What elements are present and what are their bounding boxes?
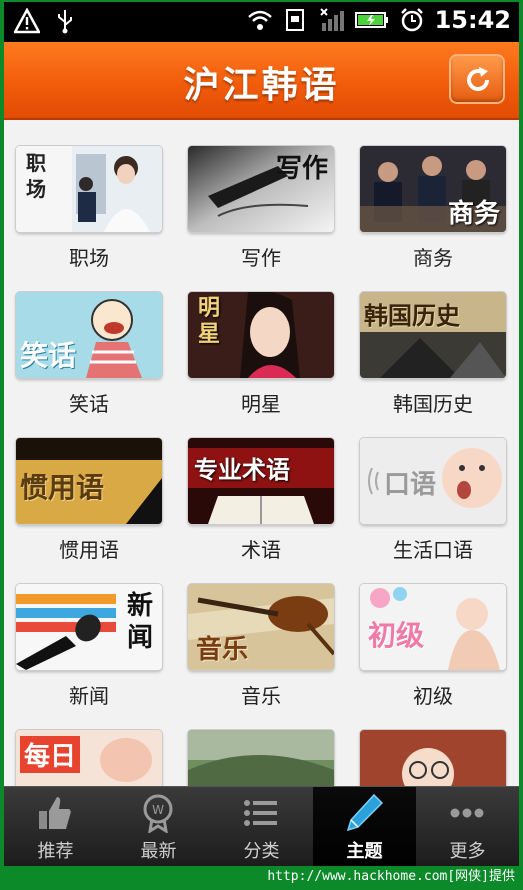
tile-caption: 笑话 (20, 339, 77, 372)
warning-icon (12, 7, 42, 34)
tile-writing[interactable]: 写作 写作 (188, 146, 334, 271)
nav-recommend[interactable]: 推荐 (4, 787, 107, 866)
tile-jokes[interactable]: 笑话 笑话 (16, 292, 162, 417)
tile-image: 初级 (360, 584, 506, 670)
nav-categories[interactable]: 分类 (210, 787, 313, 866)
watermark-text: http://www.hackhome.com[网侠]提供 (267, 869, 515, 884)
pen-icon (346, 793, 384, 832)
nav-label: 更多 (449, 841, 486, 862)
tile-label: 初级 (413, 684, 453, 708)
tile-caption: 写作 (275, 154, 328, 184)
bottom-navigation: 推荐 W 最新 分类 主题 更多 (4, 786, 519, 866)
tile-label: 韩国历史 (393, 392, 473, 416)
tile-caption: 音乐 (196, 635, 249, 665)
refresh-button[interactable] (449, 54, 505, 104)
tile-image: 惯用语 (16, 438, 162, 524)
tile-image: 新闻 (16, 584, 162, 670)
tile-label: 笑话 (69, 392, 109, 416)
tile-label: 商务 (413, 246, 453, 270)
tile-korean-history[interactable]: 韩国历史 韩国历史 (360, 292, 506, 417)
nav-themes[interactable]: 主题 (313, 787, 416, 866)
tile-image (188, 730, 334, 786)
tile-image: 专业术语 (188, 438, 334, 524)
tile-stars[interactable]: 明星 明星 (188, 292, 334, 417)
nav-label: 推荐 (37, 841, 74, 862)
tile-caption: 韩国历史 (364, 302, 460, 330)
tile-beginner[interactable]: 初级 初级 (360, 584, 506, 709)
tile-image: 明星 (188, 292, 334, 378)
signal-icon (319, 7, 345, 33)
tile-caption: 专业术语 (194, 456, 290, 484)
tile-image: 笑话 (16, 292, 162, 378)
svg-text:W: W (152, 803, 164, 817)
tile-label: 写作 (241, 246, 281, 270)
tile-label: 惯用语 (59, 538, 119, 562)
tile-daily[interactable]: 每日 (16, 730, 162, 786)
title-bar: 沪江韩语 (4, 42, 519, 120)
tile-label: 明星 (241, 392, 281, 416)
status-time: 15:42 (434, 6, 511, 34)
tile-caption: 初级 (368, 619, 425, 652)
tile-caption: 明星 (198, 296, 221, 347)
page-title: 沪江韩语 (183, 65, 340, 106)
tile-label: 职场 (69, 246, 109, 270)
tile-row5-3[interactable] (360, 730, 506, 786)
tile-label: 新闻 (69, 684, 109, 708)
tile-idioms[interactable]: 惯用语 惯用语 (16, 438, 162, 563)
tile-caption: 商务 (447, 199, 500, 229)
tile-image: 音乐 (188, 584, 334, 670)
tile-image: 写作 (188, 146, 334, 232)
more-icon (450, 808, 484, 818)
tile-caption: 口语 (384, 470, 437, 500)
tile-caption: 职场 (26, 151, 46, 201)
alarm-icon (399, 7, 425, 33)
nav-label: 主题 (346, 841, 383, 862)
sim-icon (283, 7, 309, 33)
list-icon (244, 800, 277, 826)
tile-image: 每日 (16, 730, 162, 786)
thumbs-up-icon (39, 797, 71, 829)
wifi-icon (247, 7, 273, 33)
tile-business[interactable]: 商务 商务 (360, 146, 506, 271)
refresh-icon (467, 67, 489, 91)
tile-row5-2[interactable] (188, 730, 334, 786)
usb-icon (52, 8, 78, 34)
status-bar: 15:42 (4, 2, 519, 42)
tile-label: 生活口语 (393, 538, 473, 562)
tile-image: 商务 (360, 146, 506, 232)
tile-image: 职场 (16, 146, 162, 232)
badge-icon: W (143, 794, 173, 833)
tile-news[interactable]: 新闻 新闻 (16, 584, 162, 709)
tile-label: 术语 (241, 538, 281, 562)
nav-more[interactable]: 更多 (416, 787, 519, 866)
tile-image: 口语 (360, 438, 506, 524)
nav-label: 最新 (140, 841, 177, 862)
tile-daily-speech[interactable]: 口语 生活口语 (360, 438, 506, 563)
nav-latest[interactable]: W 最新 (107, 787, 210, 866)
tile-image: 韩国历史 (360, 292, 506, 378)
tile-music[interactable]: 音乐 音乐 (188, 584, 334, 709)
theme-grid: 职场 职场 写作 写作 商务 商务 笑话 笑话 明星 明星 韩国历史 韩国历史 … (4, 120, 519, 786)
tile-caption: 惯用语 (20, 471, 105, 504)
tile-terms[interactable]: 专业术语 术语 (188, 438, 334, 563)
battery-icon (354, 7, 389, 33)
app-screen: 15:42 沪江韩语 职场 职场 写作 写作 商务 商务 笑话 笑话 明星 明星… (4, 2, 519, 866)
tile-workplace[interactable]: 职场 职场 (16, 146, 162, 271)
tile-image (360, 730, 506, 786)
tile-label: 音乐 (241, 684, 281, 708)
tile-caption: 每日 (20, 736, 81, 773)
nav-label: 分类 (243, 841, 280, 862)
tile-caption: 新闻 (126, 591, 153, 653)
